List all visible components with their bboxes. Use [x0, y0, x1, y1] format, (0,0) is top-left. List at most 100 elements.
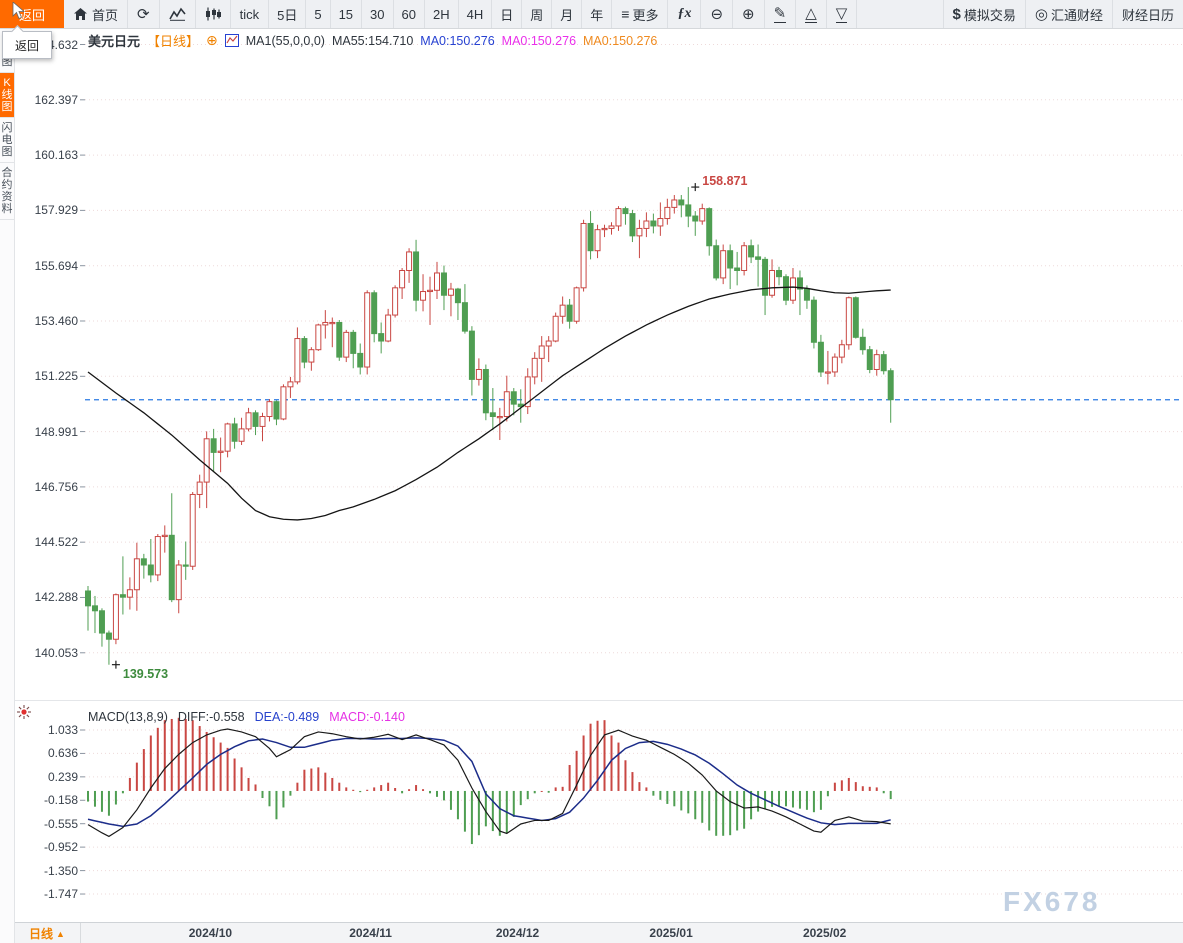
candle-up [316, 325, 321, 350]
sidebar-tab-contract-info[interactable]: 合约资料 [0, 163, 14, 220]
toolbar-item-15min[interactable]: 15 [331, 0, 362, 28]
ma-settings[interactable]: MA1(55,0,0,0) [246, 34, 325, 48]
candle-up [386, 315, 391, 341]
sidebar-tab-lightning-chart[interactable]: 闪电图 [0, 118, 14, 163]
candle-down [106, 633, 111, 639]
toolbar-item-more[interactable]: ≡ 更多 [612, 0, 668, 28]
candle-up [176, 565, 181, 600]
macd-bar-positive [583, 735, 585, 790]
macd-bar-negative [122, 791, 124, 793]
macd-value: MACD:-0.140 [329, 710, 405, 724]
triangle-up-icon: △ [805, 6, 817, 23]
macd-bar-negative [108, 791, 110, 816]
toolbar-item-tick[interactable]: tick [231, 0, 270, 28]
candlestick-chart-icon [205, 7, 221, 21]
back-tooltip: 返回 [2, 31, 52, 59]
macd-bar-positive [541, 791, 543, 792]
toolbar-item-zoom-in[interactable]: ⊕ [733, 0, 765, 28]
candle-down [860, 337, 865, 349]
sidebar-tab-kline-chart[interactable]: K线图 [0, 73, 14, 118]
candle-up [260, 417, 265, 427]
macd-bar-negative [94, 791, 96, 807]
add-indicator-icon[interactable]: ⊕ [206, 32, 218, 49]
candle-down [707, 209, 712, 246]
macd-bar-negative [534, 791, 536, 793]
toolbar-item-label: 日 [500, 5, 513, 24]
candle-down [253, 413, 258, 427]
candle-down [337, 322, 342, 357]
toolbar-item-sim-trading[interactable]: $ 模拟交易 [943, 0, 1026, 28]
mini-chart-icon[interactable] [225, 34, 239, 47]
toolbar-item-60min[interactable]: 60 [394, 0, 425, 28]
toolbar-item-huitong[interactable]: ◎ 汇通财经 [1026, 0, 1113, 28]
candle-up [609, 226, 614, 228]
macd-bar-positive [422, 789, 424, 791]
candle-up [832, 357, 837, 372]
toolbar-item-weekly[interactable]: 周 [522, 0, 552, 28]
macd-bar-negative [401, 791, 403, 793]
candle-up [330, 322, 335, 323]
macd-bar-positive [555, 787, 557, 791]
macd-bar-positive [248, 778, 250, 791]
macd-bar-positive [394, 788, 396, 791]
toolbar-item-5min[interactable]: 5 [306, 0, 330, 28]
macd-bar-negative [708, 791, 710, 831]
toolbar-item-draw[interactable]: ✎ [765, 0, 797, 28]
toolbar-item-marker-down[interactable]: ▽ [827, 0, 858, 28]
zoom-in-icon: ⊕ [742, 7, 755, 22]
macd-bar-negative [729, 791, 731, 835]
macd-bar-negative [694, 791, 696, 819]
macd-bar-negative [499, 791, 501, 836]
macd-bar-positive [415, 785, 417, 791]
back-button[interactable]: 返回 [0, 0, 64, 28]
period-selector[interactable]: 日线 ▲ [14, 923, 81, 943]
home-icon [73, 7, 88, 21]
candle-up [825, 372, 830, 373]
indicator-settings-icon[interactable] [16, 704, 32, 720]
toolbar-item-trend-chart[interactable] [160, 0, 196, 28]
macd-bar-negative [443, 791, 445, 800]
candle-up [672, 200, 677, 207]
macd-bar-negative [457, 791, 459, 819]
toolbar-item-candle-chart[interactable] [196, 0, 231, 28]
macd-bar-negative [799, 791, 801, 809]
macd-bar-negative [262, 791, 264, 798]
candle-down [274, 402, 279, 419]
toolbar-item-home[interactable]: 首页 [64, 0, 128, 28]
toolbar-item-indicator-fx[interactable]: ƒx [668, 0, 701, 28]
toolbar-item-5day[interactable]: 5日 [269, 0, 306, 28]
toolbar-item-yearly[interactable]: 年 [582, 0, 612, 28]
candle-down [714, 246, 719, 278]
macd-bar-negative [666, 791, 668, 804]
macd-bar-negative [450, 791, 452, 810]
toolbar-item-monthly[interactable]: 月 [552, 0, 582, 28]
macd-bar-positive [869, 787, 871, 791]
toolbar-item-calendar[interactable]: 财经日历 [1113, 0, 1183, 28]
macd-bar-negative [268, 791, 270, 806]
toolbar-item-label: 汇通财经 [1051, 5, 1103, 24]
macd-bar-positive [569, 765, 571, 791]
toolbar-item-refresh[interactable]: ⟳ [128, 0, 160, 28]
toolbar-item-2h[interactable]: 2H [425, 0, 459, 28]
macd-bar-positive [841, 780, 843, 791]
candle-up [197, 482, 202, 494]
toolbar-item-zoom-out[interactable]: ⊖ [701, 0, 733, 28]
candle-down [211, 439, 216, 453]
toolbar-item-30min[interactable]: 30 [362, 0, 393, 28]
macd-bar-negative [750, 791, 752, 819]
bottom-axis-bar: 日线 ▲ [0, 922, 1183, 943]
macd-bar-negative [652, 791, 654, 796]
toolbar-item-marker-up[interactable]: △ [796, 0, 827, 28]
macd-params[interactable]: MACD(13,8,9) [88, 710, 168, 724]
toolbar-item-4h[interactable]: 4H [459, 0, 493, 28]
sidebar-tab-label: 闪电图 [2, 122, 13, 158]
candle-down [804, 289, 809, 300]
candle-down [232, 424, 237, 441]
macd-bar-negative [548, 791, 550, 793]
macd-bar-positive [164, 720, 166, 791]
macd-bar-positive [631, 772, 633, 791]
macd-bar-negative [659, 791, 661, 800]
period-selector-label: 日线 [29, 925, 53, 942]
toolbar-item-daily[interactable]: 日 [492, 0, 522, 28]
chart-canvas[interactable] [0, 0, 1183, 943]
